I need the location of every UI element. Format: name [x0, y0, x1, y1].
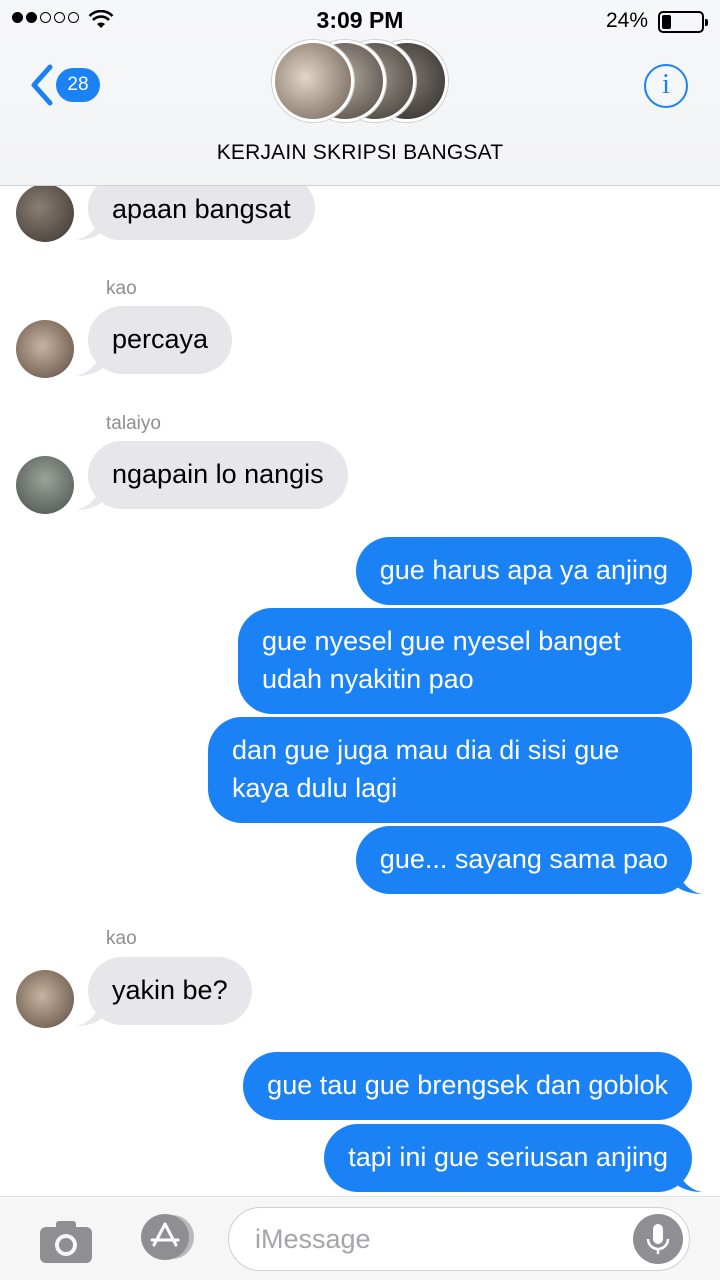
- composer-bar: [0, 1196, 720, 1280]
- microphone-button[interactable]: [633, 1214, 683, 1264]
- avatar[interactable]: [16, 970, 74, 1028]
- message-bubble-outgoing[interactable]: dan gue juga mau dia di sisi gue kaya du…: [208, 717, 692, 823]
- group-avatars[interactable]: [270, 40, 470, 126]
- unread-count-badge: 28: [56, 68, 100, 102]
- sender-name: talaiyo: [106, 413, 161, 434]
- avatar[interactable]: [16, 456, 74, 514]
- message-text: yakin be?: [112, 975, 228, 1005]
- message-text: dan gue juga mau dia di sisi gue kaya du…: [232, 735, 620, 803]
- avatar: [272, 40, 354, 122]
- message-bubble-outgoing[interactable]: gue tau gue brengsek dan goblok: [243, 1052, 692, 1120]
- message-text: gue tau gue brengsek dan goblok: [267, 1070, 668, 1100]
- conversation-title[interactable]: KERJAIN SKRIPSI BANGSAT: [0, 141, 720, 165]
- chevron-left-icon: [31, 64, 53, 106]
- message-bubble-outgoing[interactable]: gue nyesel gue nyesel banget udah nyakit…: [238, 608, 692, 714]
- sender-name: kao: [106, 928, 137, 949]
- microphone-icon: [646, 1224, 670, 1254]
- status-bar: 3:09 PM 24%: [0, 0, 720, 44]
- message-text: tapi ini gue seriusan anjing: [348, 1142, 668, 1172]
- message-bubble-incoming[interactable]: percaya: [88, 306, 233, 374]
- avatar[interactable]: [16, 184, 74, 242]
- battery-icon: [658, 11, 708, 33]
- message-bubble-outgoing[interactable]: gue harus apa ya anjing: [355, 537, 692, 605]
- message-text: apaan bangsat: [112, 194, 291, 224]
- message-bubble-outgoing[interactable]: tapi ini gue seriusan anjing: [324, 1124, 692, 1192]
- avatar[interactable]: [16, 320, 74, 378]
- camera-icon[interactable]: [38, 1219, 94, 1265]
- message-thread: apaan bangsat kao percaya talaiyo ngapai…: [0, 0, 720, 1280]
- app-store-icon[interactable]: [132, 1213, 198, 1261]
- message-text: gue nyesel gue nyesel banget udah nyakit…: [262, 626, 621, 694]
- info-icon: i: [662, 69, 670, 100]
- message-text: percaya: [112, 324, 209, 354]
- sender-name: kao: [106, 278, 137, 299]
- message-input[interactable]: [255, 1218, 615, 1260]
- message-input-field[interactable]: [228, 1207, 690, 1271]
- bubble-tail: [676, 868, 702, 894]
- message-bubble-incoming[interactable]: ngapain lo nangis: [88, 441, 348, 509]
- message-bubble-outgoing[interactable]: gue... sayang sama pao: [355, 826, 692, 894]
- message-text: gue harus apa ya anjing: [379, 555, 668, 585]
- message-text: gue... sayang sama pao: [379, 844, 668, 874]
- conversation-header: 3:09 PM 24% 28 KERJAIN SKRIPSI BANGSAT i: [0, 0, 720, 186]
- bubble-tail: [676, 1166, 702, 1192]
- battery-percent: 24%: [605, 9, 648, 32]
- message-text: ngapain lo nangis: [112, 459, 324, 489]
- message-bubble-incoming[interactable]: yakin be?: [88, 957, 252, 1025]
- back-button[interactable]: 28: [28, 62, 100, 108]
- info-button[interactable]: i: [644, 64, 688, 108]
